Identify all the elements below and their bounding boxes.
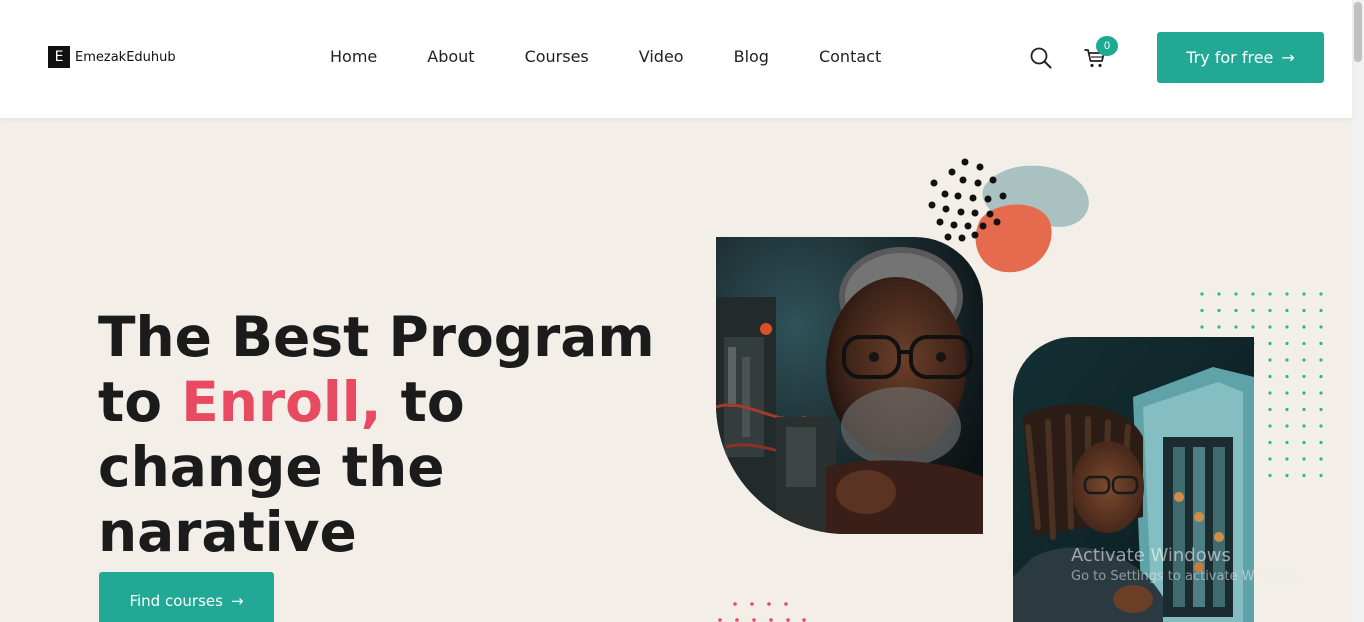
decor-dot — [1285, 325, 1289, 329]
decor-dot — [1302, 407, 1306, 412]
decor-dot — [1319, 374, 1323, 379]
nav-contact[interactable]: Contact — [819, 45, 881, 69]
hero-title: The Best Program to Enroll, to change th… — [98, 305, 658, 565]
decor-dot — [1251, 325, 1255, 329]
search-icon[interactable] — [1029, 46, 1053, 70]
decor-dot — [1285, 424, 1289, 428]
decor-dot — [1268, 308, 1272, 313]
try-for-free-button[interactable]: Try for free → — [1157, 32, 1324, 83]
decor-dot — [1268, 374, 1272, 379]
decor-dot — [1251, 292, 1255, 296]
decor-dot — [1319, 325, 1323, 329]
try-for-free-label: Try for free — [1186, 48, 1274, 67]
decor-dot — [1302, 292, 1306, 296]
nav-blog[interactable]: Blog — [734, 45, 769, 69]
decor-dot — [1319, 358, 1323, 362]
hero-title-line3: change the — [98, 435, 445, 499]
hero-title-accent: Enroll, — [181, 370, 382, 434]
watermark-subtitle: Go to Settings to activate Windows. — [1071, 569, 1304, 584]
hero-title-to: to — [98, 370, 182, 434]
cart-count-badge: 0 — [1096, 36, 1118, 56]
page-scrollbar[interactable] — [1352, 0, 1364, 622]
find-courses-label: Find courses — [129, 592, 223, 610]
logo[interactable]: E EmezakEduhub — [48, 46, 176, 68]
decor-dot — [1319, 473, 1323, 478]
decor-dot — [1268, 325, 1272, 329]
decor-dot — [1285, 407, 1289, 412]
decor-dot — [1319, 407, 1323, 412]
hero-title-line1: The Best Program — [98, 305, 655, 369]
decor-dot — [1200, 292, 1204, 296]
decor-dot — [1319, 391, 1323, 395]
decor-dot — [1268, 292, 1272, 296]
arrow-right-icon: → — [1281, 48, 1295, 67]
nav-video[interactable]: Video — [639, 45, 684, 69]
decor-dot — [1319, 457, 1323, 461]
site-header: E EmezakEduhub Home About Courses Video … — [0, 0, 1352, 118]
hero-title-after: to — [381, 370, 465, 434]
decor-dot — [1285, 341, 1289, 346]
nav-home[interactable]: Home — [330, 45, 377, 69]
decor-dot — [1302, 358, 1306, 362]
hero-photo-engineer — [716, 237, 983, 534]
decor-dot — [1285, 391, 1289, 395]
decor-dot — [1234, 308, 1238, 313]
decor-dot — [1319, 292, 1323, 296]
arrow-right-icon: → — [230, 592, 244, 610]
decor-dot — [1268, 391, 1272, 395]
decor-dot — [1302, 391, 1306, 395]
decor-dot — [1217, 325, 1221, 329]
decor-dot — [1268, 358, 1272, 362]
decor-dot — [1302, 325, 1306, 329]
decor-dot — [1285, 473, 1289, 478]
decor-dot — [1285, 292, 1289, 296]
decor-dot — [1319, 341, 1323, 346]
decor-dot — [1302, 473, 1306, 478]
nav-about[interactable]: About — [427, 45, 474, 69]
decor-dot — [1268, 407, 1272, 412]
decor-dot — [1302, 440, 1306, 445]
decor-dot — [1285, 440, 1289, 445]
decor-dot — [1319, 308, 1323, 313]
decor-dot — [1319, 440, 1323, 445]
decor-dot — [1285, 374, 1289, 379]
logo-text: EmezakEduhub — [75, 49, 176, 65]
decor-dot — [1302, 341, 1306, 346]
decor-dot — [1251, 308, 1255, 313]
decor-dot — [1285, 457, 1289, 461]
decor-dot — [1200, 308, 1204, 313]
decor-dot — [1285, 358, 1289, 362]
decor-dot — [1319, 424, 1323, 428]
decor-dot — [1302, 424, 1306, 428]
decor-dot — [1268, 424, 1272, 428]
decor-dot — [1234, 292, 1238, 296]
main-nav: Home About Courses Video Blog Contact — [330, 45, 931, 69]
decor-dot — [1268, 473, 1272, 478]
nav-courses[interactable]: Courses — [525, 45, 589, 69]
decor-dot — [1302, 308, 1306, 313]
decor-dot — [1268, 341, 1272, 346]
decor-dot — [1268, 440, 1272, 445]
scrollbar-thumb[interactable] — [1354, 2, 1362, 62]
decor-dot — [1302, 374, 1306, 379]
logo-mark: E — [48, 46, 70, 68]
decor-dot — [1302, 457, 1306, 461]
find-courses-button[interactable]: Find courses → — [99, 572, 274, 622]
hero-title-line4: narative — [98, 500, 357, 564]
decor-dot — [1234, 325, 1238, 329]
watermark-title: Activate Windows — [1071, 545, 1231, 566]
decor-dot — [1217, 308, 1221, 313]
decor-dot — [1200, 325, 1204, 329]
decor-dot — [1217, 292, 1221, 296]
decor-dot — [1285, 308, 1289, 313]
windows-activation-watermark: Activate Windows Go to Settings to activ… — [1071, 545, 1304, 584]
decor-dot — [1268, 457, 1272, 461]
